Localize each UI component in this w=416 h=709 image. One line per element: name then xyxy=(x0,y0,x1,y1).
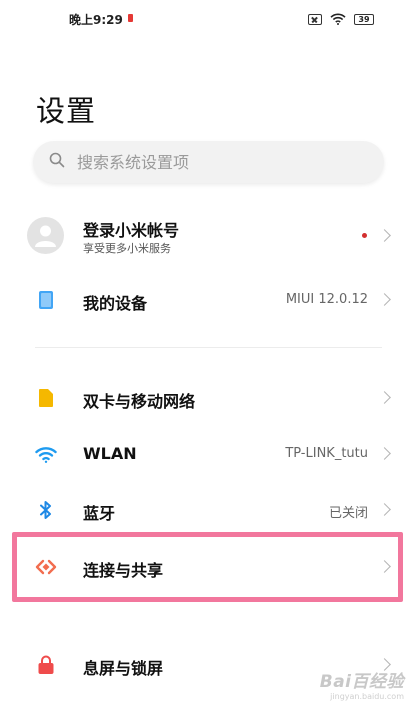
highlight-box xyxy=(12,532,403,602)
phone-icon xyxy=(30,284,62,316)
wifi-icon xyxy=(30,438,62,470)
item-label: 息屏与锁屏 xyxy=(83,659,164,678)
search-icon xyxy=(49,152,65,172)
account-title: 登录小米帐号 xyxy=(83,221,180,240)
settings-item-bluetooth[interactable]: 蓝牙 已关闭 xyxy=(0,490,416,530)
item-value: TP-LINK_tutu xyxy=(285,446,368,461)
settings-item-wlan[interactable]: WLAN TP-LINK_tutu xyxy=(0,434,416,474)
lock-icon xyxy=(30,649,62,681)
search-input[interactable] xyxy=(75,151,339,173)
settings-item-dual-sim[interactable]: 双卡与移动网络 xyxy=(0,378,416,418)
avatar xyxy=(27,217,64,254)
item-label: 双卡与移动网络 xyxy=(83,392,196,411)
watermark-logo: Bai百经验 xyxy=(319,672,404,692)
item-value: MIUI 12.0.12 xyxy=(285,292,368,307)
notification-dot xyxy=(362,233,367,238)
chevron-right-icon xyxy=(378,503,391,516)
item-value: 已关闭 xyxy=(328,506,368,521)
chevron-right-icon xyxy=(378,447,391,460)
item-label: WLAN xyxy=(83,444,137,463)
watermark: Bai百经验 jingyan.baidu.com xyxy=(320,667,404,701)
search-bar[interactable] xyxy=(33,141,384,183)
page-title: 设置 xyxy=(36,94,97,128)
bluetooth-icon xyxy=(30,494,62,526)
recording-indicator-icon xyxy=(128,14,133,22)
account-subtitle: 享受更多小米服务 xyxy=(83,242,171,255)
avatar-person-icon xyxy=(35,225,56,247)
chevron-right-icon xyxy=(378,229,391,242)
wifi-status-icon xyxy=(330,10,346,29)
item-label: 我的设备 xyxy=(83,294,148,313)
chevron-right-icon xyxy=(378,391,391,404)
section-divider xyxy=(35,347,382,348)
chevron-right-icon xyxy=(378,293,391,306)
battery-icon: 39 xyxy=(354,14,374,25)
status-icons: 39 xyxy=(308,10,374,29)
watermark-url: jingyan.baidu.com xyxy=(330,692,404,701)
item-label: 蓝牙 xyxy=(83,504,116,523)
status-time: 晚上9:29 xyxy=(69,13,123,27)
no-sim-icon xyxy=(308,14,322,25)
settings-item-my-device[interactable]: 我的设备 MIUI 12.0.12 xyxy=(0,280,416,320)
account-row[interactable]: 登录小米帐号 享受更多小米服务 xyxy=(0,210,416,260)
sim-icon xyxy=(30,382,62,414)
status-bar: 晚上9:29 39 xyxy=(0,0,416,36)
